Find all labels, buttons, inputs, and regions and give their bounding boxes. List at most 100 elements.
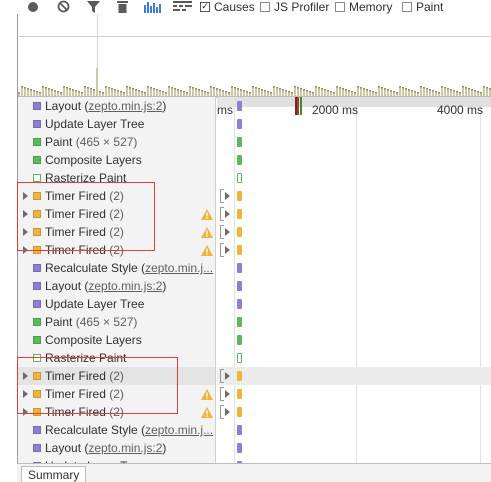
source-link[interactable]: zepto.min.js:2 bbox=[88, 279, 162, 293]
record-row[interactable]: Layout (zepto.min.js:2) bbox=[18, 439, 215, 457]
record-row[interactable]: Layout (zepto.min.js:2) bbox=[18, 277, 215, 295]
record-label: Recalculate Style (zepto.min.j... bbox=[45, 261, 214, 275]
category-swatch-icon bbox=[33, 174, 41, 182]
record-detail: (465 × 527) bbox=[75, 135, 138, 149]
paint-label: Paint bbox=[416, 0, 444, 14]
record-bar[interactable] bbox=[237, 335, 242, 345]
warning-icon[interactable] bbox=[201, 244, 213, 256]
record-label: Composite Layers bbox=[45, 333, 142, 347]
record-bar[interactable] bbox=[237, 353, 242, 363]
source-link[interactable]: zepto.min.js:2 bbox=[88, 99, 162, 113]
causes-checkbox[interactable]: ✓ Causes bbox=[200, 0, 255, 14]
record-row[interactable]: Composite Layers bbox=[18, 151, 215, 169]
record-label: Composite Layers bbox=[45, 153, 142, 167]
flame-icon[interactable] bbox=[172, 0, 192, 13]
group-bracket bbox=[220, 225, 224, 239]
record-bar[interactable] bbox=[237, 443, 242, 453]
record-bar[interactable] bbox=[237, 209, 242, 219]
expand-arrow-icon[interactable] bbox=[225, 408, 230, 416]
group-bracket bbox=[220, 243, 224, 257]
record-bar[interactable] bbox=[237, 227, 242, 237]
expand-arrow-icon[interactable] bbox=[225, 192, 230, 200]
timeline-toolbar: ✓ Causes JS Profiler Memory Paint bbox=[0, 0, 491, 14]
record-title: Recalculate Style bbox=[45, 261, 138, 275]
category-swatch-icon bbox=[33, 426, 41, 434]
record-bar[interactable] bbox=[237, 101, 242, 111]
record-row[interactable]: Layout (zepto.min.js:2) bbox=[18, 97, 215, 115]
expand-arrow-icon[interactable] bbox=[225, 210, 230, 218]
category-swatch-icon bbox=[33, 444, 41, 452]
warning-icon[interactable] bbox=[201, 388, 213, 400]
filter-icon[interactable] bbox=[86, 0, 100, 13]
gridline bbox=[356, 97, 357, 464]
overview-activity-graph[interactable] bbox=[18, 68, 491, 98]
checkbox-icon bbox=[260, 1, 270, 12]
record-row[interactable]: Recalculate Style (zepto.min.j... bbox=[18, 421, 215, 439]
record-row[interactable]: Paint (465 × 527) bbox=[18, 313, 215, 331]
checkbox-icon bbox=[335, 1, 345, 12]
expand-arrow-icon[interactable] bbox=[225, 372, 230, 380]
record-bar[interactable] bbox=[237, 173, 242, 183]
highlight-box bbox=[17, 357, 178, 414]
record-bar[interactable] bbox=[237, 155, 242, 165]
record-bar[interactable] bbox=[237, 137, 242, 147]
source-link[interactable]: zepto.min.j... bbox=[145, 261, 213, 275]
source-link[interactable]: zepto.min.j... bbox=[145, 423, 213, 437]
record-title: Layout bbox=[45, 441, 82, 455]
ruler-label: 4000 ms bbox=[437, 103, 484, 117]
record-bar[interactable] bbox=[237, 407, 242, 417]
first-paint-marker bbox=[300, 97, 302, 115]
js-profiler-checkbox[interactable]: JS Profiler bbox=[260, 0, 329, 14]
frames-icon[interactable] bbox=[144, 0, 161, 13]
record-label: Recalculate Style (zepto.min.j... bbox=[45, 423, 214, 437]
record-bar[interactable] bbox=[237, 281, 242, 291]
warning-icon[interactable] bbox=[201, 226, 213, 238]
record-bar[interactable] bbox=[237, 245, 242, 255]
memory-checkbox[interactable]: Memory bbox=[335, 0, 392, 14]
checkbox-icon bbox=[402, 1, 412, 12]
expand-arrow-icon[interactable] bbox=[225, 246, 230, 254]
record-detail: (465 × 527) bbox=[75, 315, 138, 329]
load-event-marker bbox=[297, 97, 299, 115]
highlight-box bbox=[17, 182, 155, 251]
selected-row-highlight bbox=[217, 367, 491, 385]
category-swatch-icon bbox=[33, 264, 41, 272]
group-bracket bbox=[220, 189, 224, 203]
expand-arrow-icon[interactable] bbox=[225, 228, 230, 236]
record-bar[interactable] bbox=[237, 119, 242, 129]
record-label: Update Layer Tree bbox=[45, 297, 144, 311]
record-row[interactable]: Paint (465 × 527) bbox=[18, 133, 215, 151]
summary-tab[interactable]: Summary bbox=[21, 466, 87, 482]
trash-icon[interactable] bbox=[116, 0, 128, 13]
group-bracket bbox=[220, 387, 224, 401]
warning-icon[interactable] bbox=[201, 406, 213, 418]
record-title: Composite Layers bbox=[45, 333, 142, 347]
checkbox-checked-icon: ✓ bbox=[200, 1, 210, 12]
group-bracket bbox=[220, 369, 224, 383]
record-bar[interactable] bbox=[237, 371, 242, 381]
gridline bbox=[480, 97, 481, 464]
causes-label: Causes bbox=[214, 0, 255, 14]
record-row[interactable]: Update Layer Tree bbox=[18, 295, 215, 313]
clear-icon[interactable] bbox=[56, 0, 70, 13]
expand-arrow-icon[interactable] bbox=[225, 390, 230, 398]
group-bracket bbox=[220, 405, 224, 419]
record-bar[interactable] bbox=[237, 389, 242, 399]
paint-checkbox[interactable]: Paint bbox=[402, 0, 444, 14]
ruler-label: ms bbox=[217, 103, 233, 117]
record-row[interactable]: Composite Layers bbox=[18, 331, 215, 349]
record-title: Update Layer Tree bbox=[45, 117, 145, 131]
record-bar[interactable] bbox=[237, 317, 242, 327]
record-icon[interactable] bbox=[26, 0, 39, 13]
record-bar[interactable] bbox=[237, 299, 242, 309]
source-link[interactable]: zepto.min.js:2 bbox=[88, 441, 162, 455]
record-bar[interactable] bbox=[237, 263, 242, 273]
record-bar[interactable] bbox=[237, 191, 242, 201]
category-swatch-icon bbox=[33, 120, 41, 128]
warning-icon[interactable] bbox=[201, 208, 213, 220]
record-row[interactable]: Recalculate Style (zepto.min.j... bbox=[18, 259, 215, 277]
category-swatch-icon bbox=[33, 138, 41, 146]
record-bar[interactable] bbox=[237, 425, 242, 435]
record-label: Update Layer Tree bbox=[45, 117, 144, 131]
record-row[interactable]: Update Layer Tree bbox=[18, 115, 215, 133]
